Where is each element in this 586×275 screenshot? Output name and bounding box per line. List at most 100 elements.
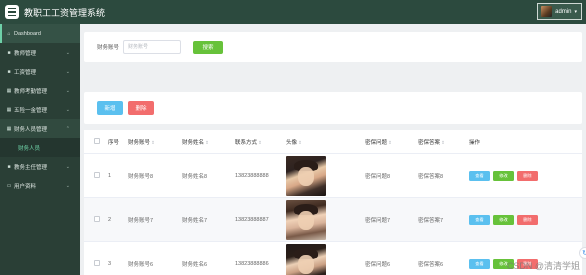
sidebar-item-dashboard[interactable]: ⌂ Dashboard (0, 24, 80, 43)
avatar-photo (286, 155, 326, 196)
sort-icon[interactable]: ⇕ (151, 140, 155, 145)
sidebar-item-label: 财务人员管理 (14, 126, 48, 133)
edit-button[interactable]: 修改 (493, 214, 514, 225)
square-icon: ■ (7, 49, 11, 56)
col-header-index: 序号 (108, 139, 120, 146)
search-label: 财务账号 (97, 45, 120, 51)
add-button[interactable]: 新增 (97, 101, 123, 115)
square-icon: ■ (7, 163, 11, 170)
cell-account: 财务账号6 (128, 261, 154, 268)
cell-account: 财务账号7 (128, 217, 154, 224)
row-checkbox[interactable] (94, 259, 100, 266)
sidebar-item-academic-director-management[interactable]: ■ 教务主任管理 ⌄ (0, 157, 80, 176)
refresh-icon[interactable]: ↻ (579, 247, 586, 259)
sort-icon[interactable]: ⇕ (388, 140, 392, 145)
select-all-cell[interactable] (84, 137, 108, 146)
table-row: 1 财务账号8 财务姓名8 13823888888 密保问题8 密保答案8 查看… (84, 154, 582, 198)
sidebar-item-user-profile[interactable]: ▭ 用户资料 ⌄ (0, 176, 80, 195)
avatar-photo (286, 199, 326, 240)
grid-icon: ▦ (6, 87, 12, 94)
chevron-down-icon: ⌄ (65, 163, 70, 170)
cell-phone: 13823888888 (235, 172, 269, 179)
sidebar-item-attendance-management[interactable]: ▦ 教师考勤管理 ⌄ (0, 81, 80, 100)
sidebar-item-salary-management[interactable]: ■ 工资管理 ⌄ (0, 62, 80, 81)
sidebar-item-finance-staff-management[interactable]: ▦ 财务人员管理 ⌃ (0, 119, 80, 138)
table-header: 序号 财务账号⇕ 财务姓名⇕ 联系方式⇕ 头像⇕ 密保问题⇕ 密保答案⇕ 操作 (84, 130, 582, 154)
grid-icon: ▦ (6, 125, 12, 132)
edit-button[interactable]: 修改 (493, 170, 514, 181)
chevron-down-icon: ⌄ (65, 49, 70, 56)
chevron-down-icon: ⌄ (65, 87, 70, 94)
square-icon: ■ (7, 68, 11, 75)
chevron-down-icon: ⌄ (65, 106, 70, 113)
sidebar-item-label: 工资管理 (14, 69, 37, 76)
col-header-account[interactable]: 财务账号⇕ (128, 138, 182, 146)
cell-security-question: 密保问题6 (365, 261, 391, 268)
col-header-phone[interactable]: 联系方式⇕ (235, 138, 286, 146)
cell-security-answer: 密保答案8 (418, 173, 444, 180)
chevron-down-icon: ⌄ (65, 68, 70, 75)
sidebar-item-label: 教师考勤管理 (14, 88, 48, 95)
cell-phone: 13823888886 (235, 260, 269, 267)
sidebar-item-label: 用户资料 (14, 183, 37, 190)
col-header-security-question[interactable]: 密保问题⇕ (365, 138, 418, 146)
sidebar-item-label: 教务主任管理 (14, 164, 48, 171)
avatar-photo (286, 243, 326, 275)
action-panel: 新增 删除 (84, 92, 582, 124)
cell-security-answer: 密保答案6 (418, 261, 444, 268)
user-avatar (541, 6, 553, 17)
col-header-actions: 操作 (469, 139, 481, 146)
cell-security-question: 密保问题8 (365, 173, 391, 180)
caret-down-icon: ▾ (574, 8, 577, 15)
cell-index: 2 (108, 216, 112, 223)
chevron-down-icon: ⌄ (65, 182, 70, 189)
col-header-name[interactable]: 财务姓名⇕ (182, 138, 235, 146)
cell-index: 3 (108, 260, 112, 267)
sort-icon[interactable]: ⇕ (258, 140, 262, 145)
profile-icon: ▭ (6, 182, 12, 189)
main-content: 财务账号 搜索 新增 删除 序号 财务账号⇕ 财务姓名⇕ 联系方式⇕ 头像⇕ 密… (80, 24, 586, 275)
sidebar-item-label: 五险一金管理 (14, 107, 48, 114)
cell-name: 财务姓名6 (182, 261, 208, 268)
watermark: CSDN @清清学姐 (506, 261, 580, 271)
table-row: 2 财务账号7 财务姓名7 13823888887 密保问题7 密保答案7 查看… (84, 198, 582, 242)
row-checkbox[interactable] (94, 215, 100, 222)
top-bar: 教职工工资管理系统 admin ▾ (0, 0, 586, 24)
sidebar-item-teacher-management[interactable]: ■ 教师管理 ⌄ (0, 43, 80, 62)
cell-account: 财务账号8 (128, 173, 154, 180)
sort-icon[interactable]: ⇕ (441, 140, 445, 145)
cell-phone: 13823888887 (235, 216, 269, 223)
sidebar-item-label: 教师管理 (14, 50, 37, 57)
user-menu[interactable]: admin ▾ (537, 3, 582, 20)
sidebar: ⌂ Dashboard ■ 教师管理 ⌄ ■ 工资管理 ⌄ ▦ 教师考勤管理 ⌄… (0, 24, 80, 275)
sidebar-item-insurance-management[interactable]: ▦ 五险一金管理 ⌄ (0, 100, 80, 119)
row-checkbox[interactable] (94, 171, 100, 178)
home-icon: ⌂ (7, 30, 11, 37)
sidebar-subitem-finance-staff[interactable]: 财务人员 (0, 138, 80, 157)
data-table: 序号 财务账号⇕ 财务姓名⇕ 联系方式⇕ 头像⇕ 密保问题⇕ 密保答案⇕ 操作 … (84, 130, 582, 275)
cell-name: 财务姓名7 (182, 217, 208, 224)
menu-toggle-icon[interactable] (5, 5, 19, 19)
delete-button[interactable]: 删除 (517, 214, 538, 225)
cell-security-answer: 密保答案7 (418, 217, 444, 224)
view-button[interactable]: 查看 (469, 214, 490, 225)
cell-index: 1 (108, 172, 112, 179)
chevron-up-icon: ⌃ (65, 125, 70, 132)
user-name: admin (555, 8, 572, 15)
view-button[interactable]: 查看 (469, 170, 490, 181)
col-header-avatar[interactable]: 头像⇕ (286, 138, 365, 146)
col-header-security-answer[interactable]: 密保答案⇕ (418, 138, 469, 146)
search-input[interactable] (123, 40, 182, 54)
search-button[interactable]: 搜索 (193, 40, 224, 54)
sort-icon[interactable]: ⇕ (205, 140, 209, 145)
sidebar-item-label: 财务人员 (18, 145, 41, 152)
app-title: 教职工工资管理系统 (24, 7, 106, 18)
select-all-checkbox[interactable] (94, 137, 100, 144)
sort-icon[interactable]: ⇕ (298, 140, 302, 145)
grid-icon: ▦ (6, 106, 12, 113)
view-button[interactable]: 查看 (469, 258, 490, 269)
sidebar-item-label: Dashboard (14, 30, 41, 37)
cell-security-question: 密保问题7 (365, 217, 391, 224)
delete-button[interactable]: 删除 (517, 170, 538, 181)
batch-delete-button[interactable]: 删除 (128, 101, 154, 115)
